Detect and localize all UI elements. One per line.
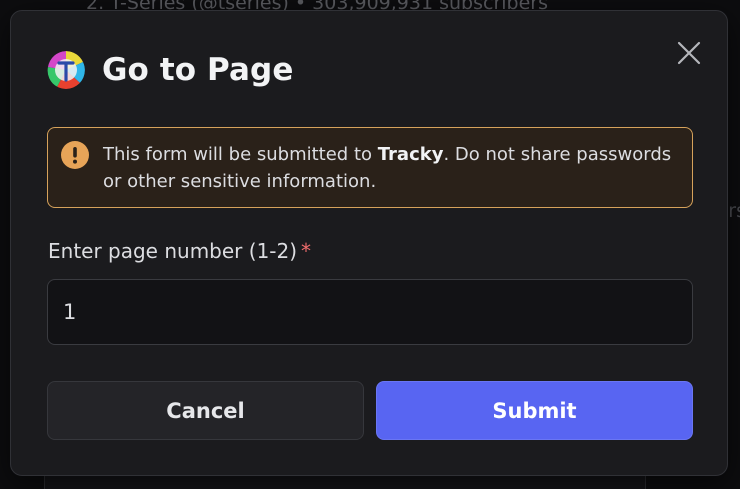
- warning-text: This form will be submitted to Tracky. D…: [103, 141, 683, 195]
- modal-header: Go to Page: [47, 51, 293, 89]
- page-number-input[interactable]: [47, 279, 693, 345]
- close-button[interactable]: [673, 37, 705, 69]
- go-to-page-modal: Go to Page This form will be submitted t…: [10, 10, 728, 476]
- warning-text-before: This form will be submitted to: [103, 144, 378, 165]
- submit-button[interactable]: Submit: [376, 381, 693, 440]
- modal-title: Go to Page: [102, 52, 294, 88]
- app-avatar: [47, 51, 85, 89]
- close-icon: [677, 41, 701, 65]
- page-number-label: Enter page number (1-2) *: [48, 239, 311, 263]
- warning-banner: This form will be submitted to Tracky. D…: [47, 127, 693, 208]
- background-text-fragment: rs: [728, 200, 740, 222]
- warning-app-name: Tracky: [377, 144, 444, 165]
- cancel-button[interactable]: Cancel: [47, 381, 364, 440]
- required-marker: *: [301, 239, 312, 263]
- exclamation-icon: [61, 141, 89, 169]
- page-number-label-text: Enter page number (1-2): [48, 239, 298, 263]
